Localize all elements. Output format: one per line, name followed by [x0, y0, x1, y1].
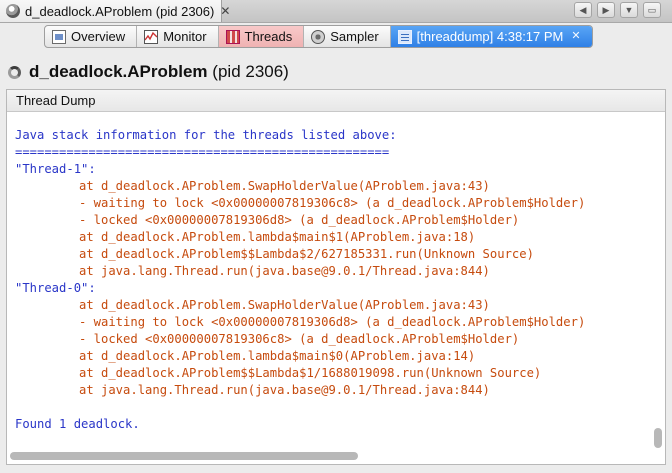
view-tab-bar: Overview Monitor Threads Sampler [thread…: [44, 25, 593, 48]
panel-header: Thread Dump: [7, 90, 665, 112]
stack-frame-line: at java.lang.Thread.run(java.base@9.0.1/…: [79, 383, 490, 397]
stack-frame-line: at java.lang.Thread.run(java.base@9.0.1/…: [79, 264, 490, 278]
sampler-icon: [311, 29, 326, 44]
stack-frame-line: at d_deadlock.AProblem.lambda$main$0(APr…: [79, 349, 476, 363]
maximize-icon: ▭: [647, 4, 657, 15]
page-title: d_deadlock.AProblem (pid 2306): [29, 62, 289, 82]
arrow-left-icon: ◀: [579, 4, 587, 15]
vertical-scrollbar[interactable]: [654, 428, 662, 448]
thread-dump-text[interactable]: Java stack information for the threads l…: [15, 127, 585, 433]
tab-threads[interactable]: Threads: [218, 26, 305, 47]
stack-frame-line: at d_deadlock.AProblem.SwapHolderValue(A…: [79, 298, 490, 312]
document-tab-title: d_deadlock.AProblem (pid 2306): [25, 3, 215, 19]
arrow-right-icon: ▶: [602, 4, 610, 15]
dump-info-line: "Thread-0":: [15, 281, 96, 295]
application-icon: [6, 4, 20, 18]
thread-dump-panel: Thread Dump Java stack information for t…: [6, 89, 666, 465]
page-header: d_deadlock.AProblem (pid 2306): [8, 62, 289, 82]
stack-frame-line: at d_deadlock.AProblem$$Lambda$2/6271853…: [79, 247, 534, 261]
dump-info-line: ========================================…: [15, 145, 390, 159]
stack-frame-line: - locked <0x00000007819306d8> (a d_deadl…: [79, 213, 520, 227]
stack-frame-line: - waiting to lock <0x00000007819306c8> (…: [79, 196, 586, 210]
chevron-down-icon: ▼: [624, 4, 634, 15]
dump-info-line: Found 1 deadlock.: [15, 417, 140, 431]
tab-sampler-label: Sampler: [330, 29, 379, 44]
monitor-icon: [144, 29, 159, 44]
stack-frame-line: at d_deadlock.AProblem$$Lambda$1/1688019…: [79, 366, 542, 380]
horizontal-scrollbar[interactable]: [10, 452, 358, 460]
tab-monitor[interactable]: Monitor: [137, 26, 219, 47]
dump-info-line: "Thread-1":: [15, 162, 96, 176]
tab-thread-dump[interactable]: [threaddump] 4:38:17 PM ✕: [390, 26, 592, 47]
tab-thread-dump-label: [threaddump] 4:38:17 PM: [416, 29, 564, 44]
loading-spinner-icon: [8, 65, 21, 79]
maximize-button[interactable]: ▭: [643, 2, 661, 18]
document-tab[interactable]: d_deadlock.AProblem (pid 2306) ✕: [0, 0, 230, 22]
dump-info-line: [15, 399, 585, 416]
application-name: d_deadlock.AProblem: [29, 62, 208, 81]
tab-threads-label: Threads: [244, 29, 293, 44]
tab-list-button[interactable]: ▼: [620, 2, 638, 18]
pid-label: (pid 2306): [212, 62, 289, 81]
close-icon[interactable]: ✕: [571, 31, 580, 42]
tab-sampler[interactable]: Sampler: [304, 26, 391, 47]
tab-overview-label: Overview: [71, 29, 126, 44]
tab-monitor-label: Monitor: [163, 29, 207, 44]
stack-frame-line: - waiting to lock <0x00000007819306d8> (…: [79, 315, 586, 329]
scroll-right-button[interactable]: ▶: [597, 2, 615, 18]
thread-dump-icon: [397, 29, 412, 44]
stack-frame-line: at d_deadlock.AProblem.SwapHolderValue(A…: [79, 179, 490, 193]
close-icon[interactable]: ✕: [220, 5, 230, 17]
document-tab-bar: d_deadlock.AProblem (pid 2306) ✕ ◀ ▶ ▼ ▭: [0, 0, 672, 23]
scroll-left-button[interactable]: ◀: [574, 2, 592, 18]
tab-overview[interactable]: Overview: [45, 26, 138, 47]
dump-info-line: Java stack information for the threads l…: [15, 128, 397, 142]
stack-frame-line: - locked <0x00000007819306c8> (a d_deadl…: [79, 332, 520, 346]
stack-frame-line: at d_deadlock.AProblem.lambda$main$1(APr…: [79, 230, 476, 244]
panel-title: Thread Dump: [16, 93, 96, 108]
overview-icon: [52, 29, 66, 44]
threads-icon: [225, 29, 240, 44]
